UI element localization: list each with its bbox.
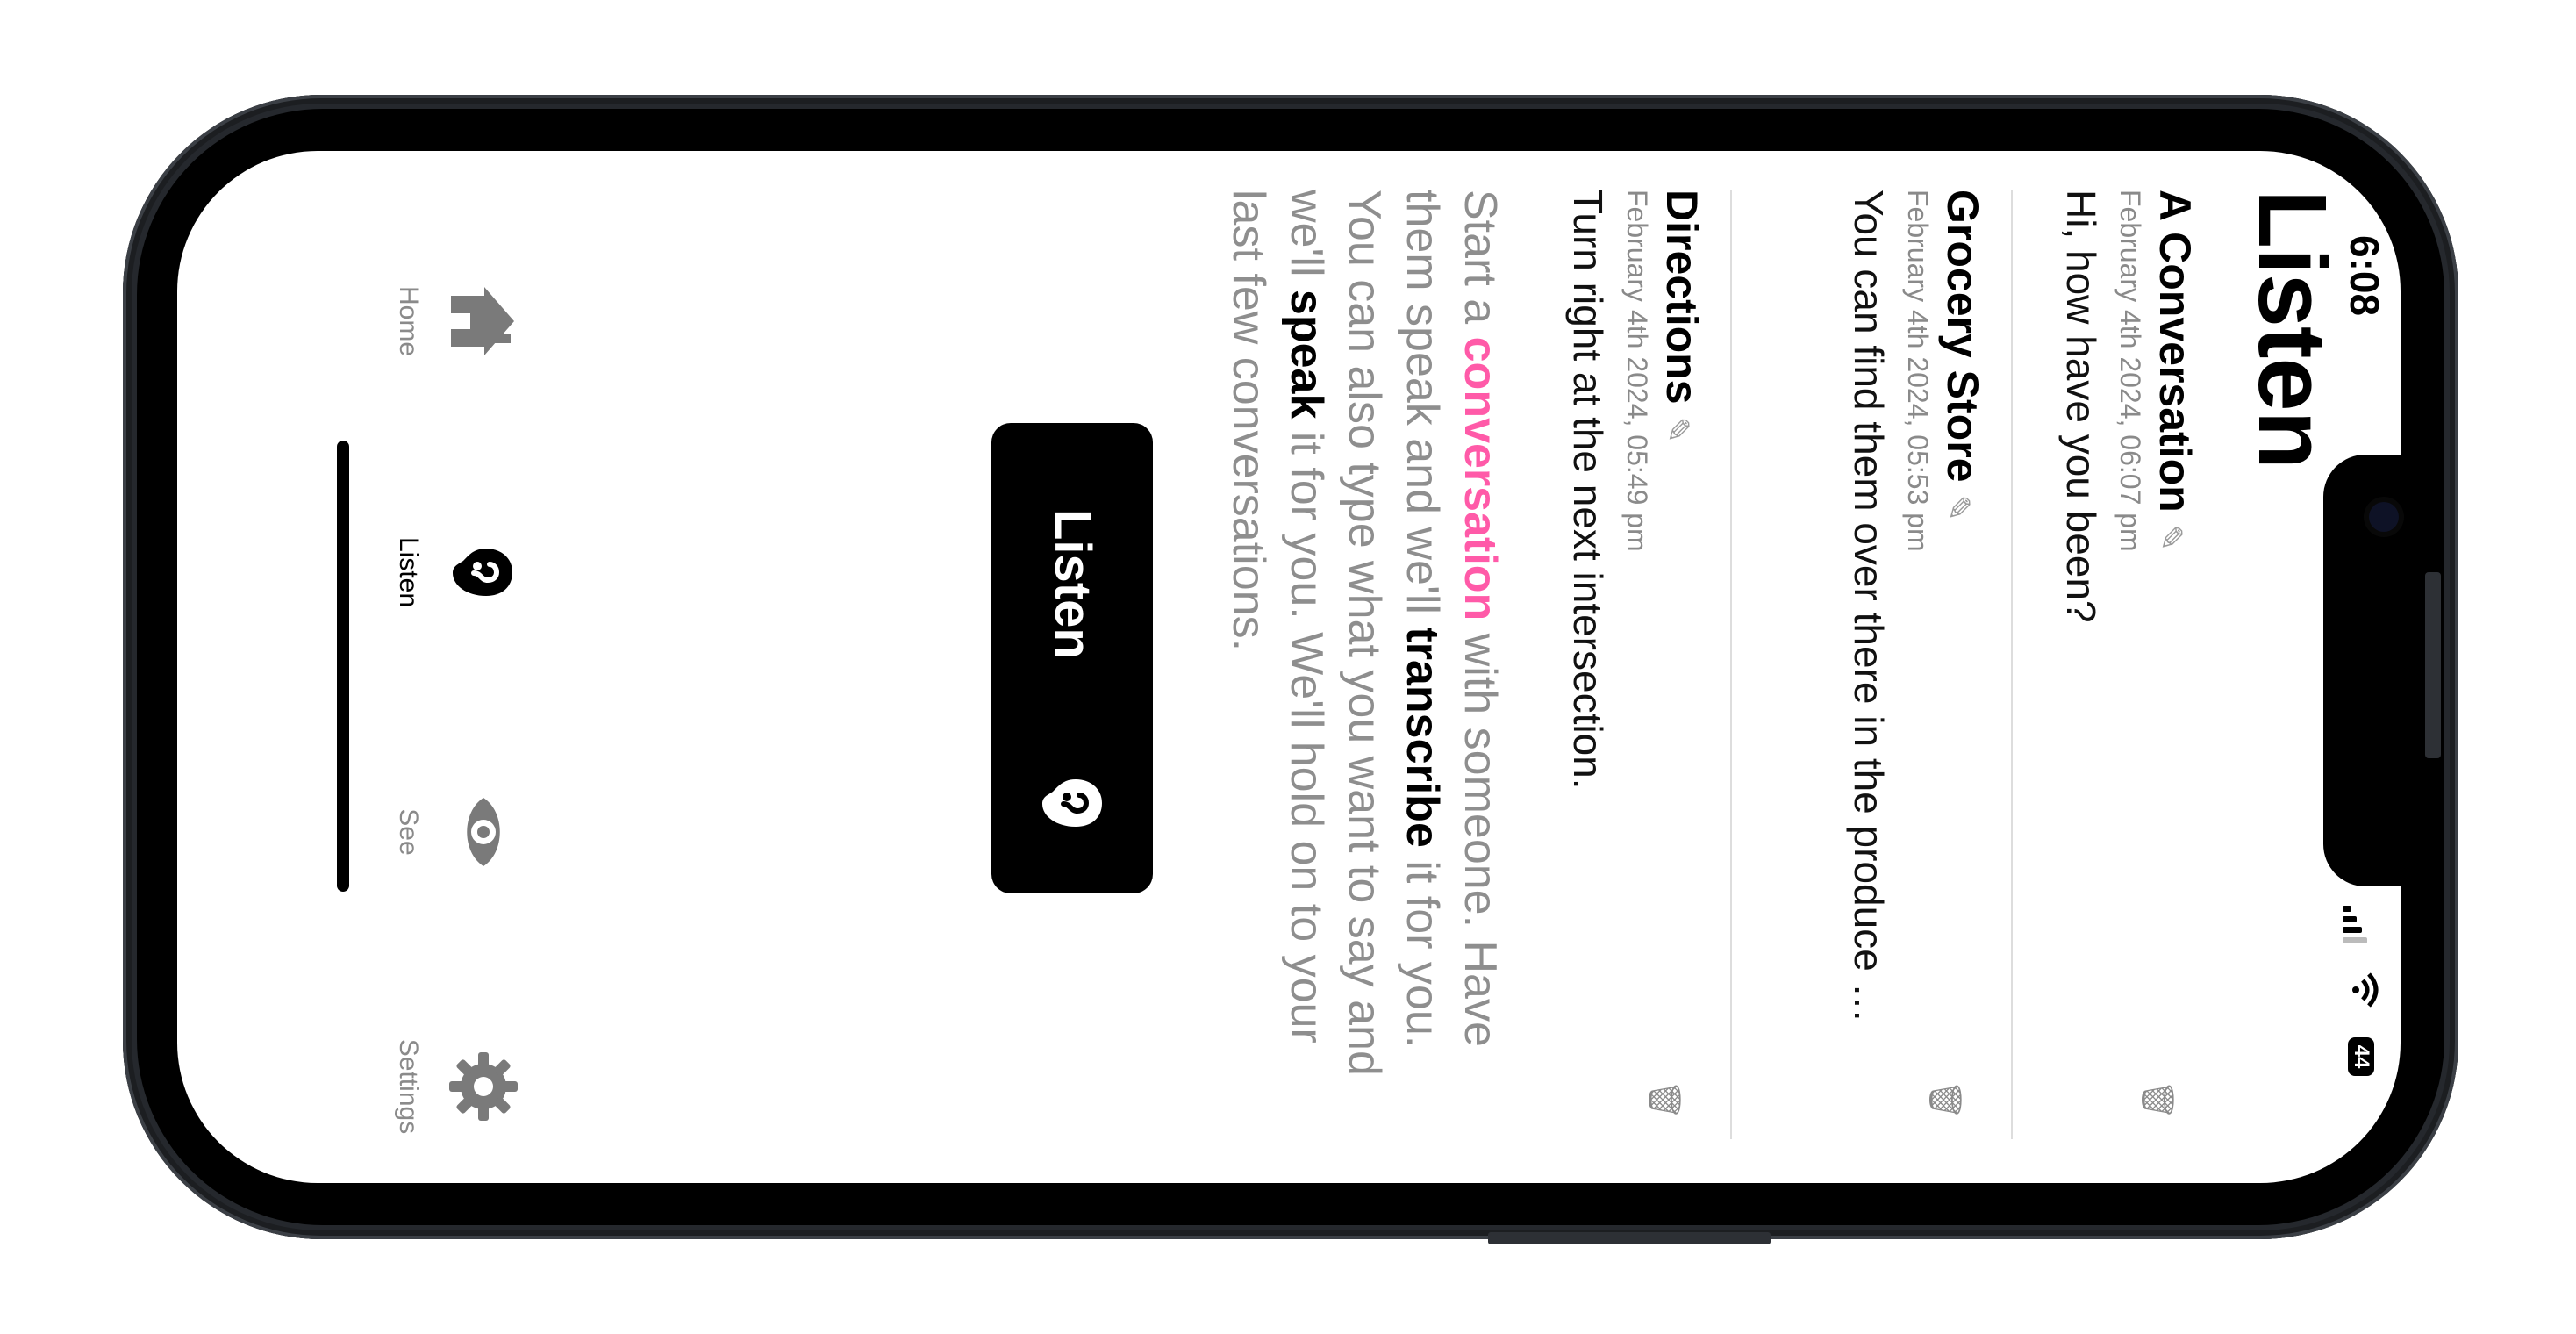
side-button (2425, 572, 2441, 758)
conversation-card[interactable]: Directions✎ February 4th 2024, 05:49 pm … (1564, 190, 1707, 1139)
wifi-icon (2352, 972, 2379, 1008)
eye-icon (467, 798, 500, 866)
edit-icon[interactable]: ✎ (1940, 494, 1977, 520)
ear-icon (453, 549, 512, 596)
trash-icon[interactable]: 🗑 (1927, 1079, 1964, 1120)
volume-button (1488, 1232, 1771, 1244)
status-icons: 44 (2330, 906, 2383, 1134)
tab-label: Listen (394, 536, 423, 608)
tab-label: Settings (394, 1038, 423, 1135)
desc-highlight: conversation (1455, 336, 1506, 621)
home-indicator[interactable] (337, 441, 349, 892)
divider (2011, 190, 2013, 1139)
tab-home[interactable]: Home (393, 233, 523, 409)
divider (1730, 190, 1732, 1139)
gear-icon (449, 1052, 518, 1121)
conversation-text: You can find them over there in the prod… (1846, 190, 1892, 1032)
conversation-text: Hi, how have you been? (2058, 190, 2104, 623)
home-icon (451, 287, 514, 355)
desc-bold: speak (1281, 289, 1332, 420)
conversation-title: Grocery Store (1938, 190, 1987, 483)
conversation-date: February 4th 2024, 06:07 pm (2114, 190, 2146, 552)
desc-bold: transcribe (1397, 627, 1448, 848)
phone-screen: 6:08 44 Listen A Conversation✎ February … (177, 151, 2401, 1183)
conversation-title: A Conversation (2150, 190, 2200, 513)
cellular-signal-icon (2343, 906, 2367, 948)
tab-label: See (394, 808, 423, 856)
conversation-card[interactable]: Grocery Store ✎ February 4th 2024, 05:53 … (1845, 190, 1988, 1139)
conversation-title: Directions (1657, 190, 1707, 405)
battery-indicator: 44 (2348, 1037, 2374, 1076)
conversation-title-row: A Conversation ✎ (2150, 190, 2200, 1139)
desc-text: Start a (1455, 190, 1506, 337)
tab-settings[interactable]: Settings (393, 999, 523, 1174)
edit-icon[interactable]: ✎ (2152, 525, 2189, 551)
listen-button[interactable]: Listen (991, 423, 1153, 893)
listen-button-label: Listen (1044, 509, 1101, 659)
conversation-title-row: Directions ✎ (1657, 190, 1707, 1139)
front-camera (2369, 502, 2399, 532)
trash-icon[interactable]: 🗑 (1646, 1079, 1683, 1120)
conversation-title-row: Grocery Store ✎ (1937, 190, 1988, 1139)
tab-bar: Home Listen See Settings (177, 151, 523, 1183)
ear-icon (1042, 779, 1102, 827)
conversation-date: February 4th 2024, 05:49 pm (1621, 190, 1653, 552)
listen-description: Start a conversation with someone. Have … (1220, 190, 1509, 1102)
page-title: Listen (2238, 190, 2346, 469)
app-portrait-view: 6:08 44 Listen A Conversation✎ February … (177, 151, 2401, 1183)
tab-listen[interactable]: Listen (393, 484, 523, 660)
conversation-text: Turn right at the next intersection. (1565, 190, 1611, 790)
tab-see[interactable]: See (393, 744, 523, 920)
edit-icon[interactable]: ✎ (1659, 417, 1696, 443)
trash-icon[interactable]: 🗑 (2139, 1079, 2176, 1120)
conversation-date: February 4th 2024, 05:53 pm (1902, 190, 1934, 552)
conversation-card[interactable]: A Conversation ✎ February 4th 2024, 06:07… (2057, 190, 2200, 1139)
tab-label: Home (394, 285, 423, 357)
